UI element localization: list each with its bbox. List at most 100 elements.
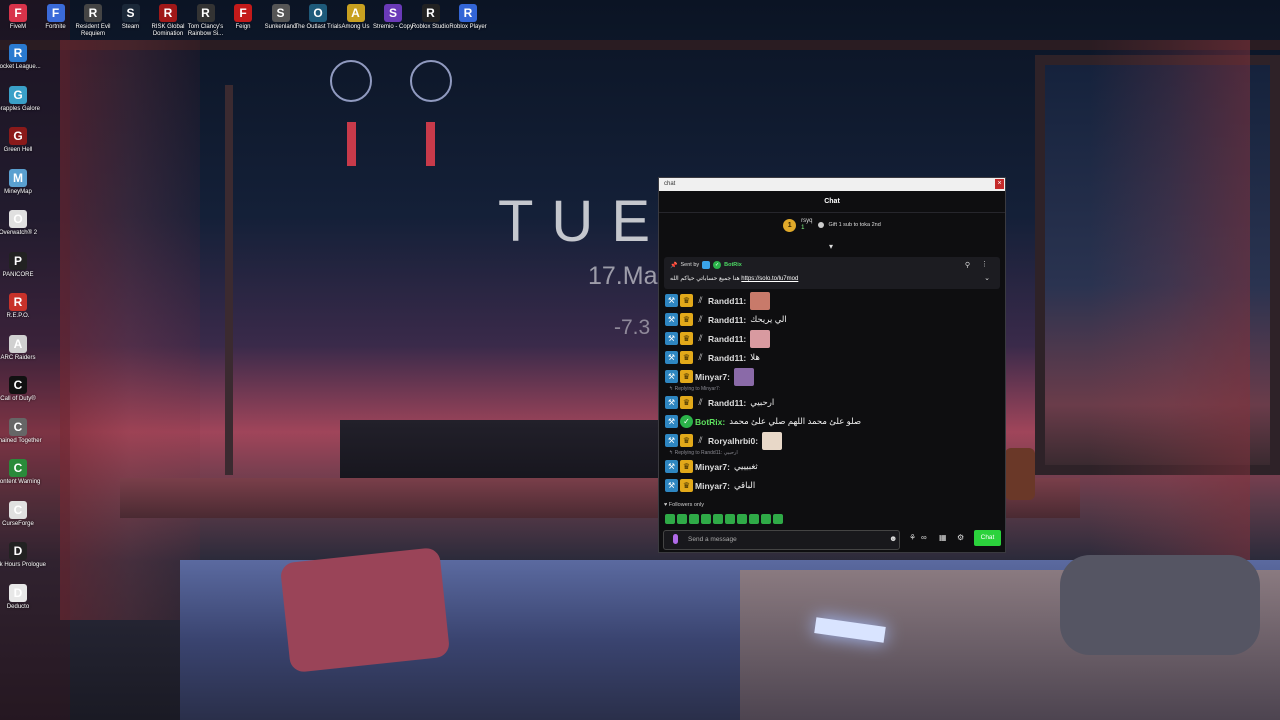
desktop-shortcut[interactable]: D Deducto: [0, 583, 47, 611]
mod-badge-icon: ⚒: [665, 396, 678, 409]
chat-message-text: هلا: [750, 352, 760, 362]
quick-emote[interactable]: [737, 514, 747, 524]
desktop-shortcut[interactable]: CChained Together: [0, 417, 47, 445]
pinned-message[interactable]: 📌 Sent by ✓ BotRix هنا جميع حساباتي حياك…: [664, 257, 1000, 289]
collapse-banner-icon[interactable]: ▾: [829, 242, 833, 251]
chat-message[interactable]: ⚒ ♛ ⫽ Randd11:: [665, 329, 999, 348]
desktop-shortcut[interactable]: R R.E.P.O.: [0, 293, 47, 320]
desktop-shortcut[interactable]: R Rocket League...: [0, 44, 47, 71]
share-icon[interactable]: ⚘: [909, 533, 916, 542]
mod-badge-icon: ⚒: [665, 313, 678, 326]
quick-emote[interactable]: [701, 514, 711, 524]
quick-emote[interactable]: [677, 514, 687, 524]
desktop-shortcut-label: Overwatch® 2: [0, 230, 38, 236]
crown-badge-icon: ♛: [680, 332, 693, 345]
desktop-shortcut-label: ARC Raiders: [0, 354, 36, 361]
infinity-icon[interactable]: ∞: [921, 533, 927, 542]
quick-emote[interactable]: [665, 514, 675, 524]
app-icon: G: [9, 127, 27, 145]
chat-message[interactable]: ⚒ ♛ ⫽ Randd11: هلا: [665, 348, 999, 367]
mod-badge-icon: ⚒: [665, 434, 678, 447]
chat-username[interactable]: Minyar7:: [695, 372, 730, 382]
app-icon: A: [9, 334, 27, 353]
quick-emote[interactable]: [761, 514, 771, 524]
chat-message[interactable]: ⚒ ♛ Minyar7:: [665, 367, 999, 386]
app-icon: R: [84, 4, 102, 22]
chat-username[interactable]: Roryalhrbi0:: [708, 436, 758, 446]
chat-message[interactable]: ⚒ ✓ BotRix: صلو علئ محمد اللهم صلي علئ محمد: [665, 412, 999, 431]
gear-icon[interactable]: ⚙: [957, 533, 964, 542]
more-options-icon[interactable]: ⋮: [981, 260, 988, 268]
quick-emote-bar[interactable]: [665, 514, 783, 524]
pinned-sender[interactable]: BotRix: [724, 262, 742, 268]
desktop-shortcut[interactable]: D Dark Hours Prologue: [0, 542, 47, 569]
send-chat-button[interactable]: Chat: [974, 530, 1001, 546]
quick-emote[interactable]: [689, 514, 699, 524]
emoji-icon[interactable]: ☻: [889, 534, 897, 543]
chat-message[interactable]: ⚒ ♛ Minyar7: الباقي: [665, 476, 999, 495]
desktop-shortcut[interactable]: C Content Warning: [0, 459, 47, 486]
desktop-shortcut[interactable]: G Green Hell: [0, 127, 47, 154]
chat-header-title: Chat: [659, 191, 1005, 213]
quick-emote[interactable]: [749, 514, 759, 524]
chat-username[interactable]: Minyar7:: [695, 481, 730, 491]
quick-emote[interactable]: [725, 514, 735, 524]
desktop-shortcut-label: Grapples Galore: [0, 105, 41, 112]
desktop-shortcut[interactable]: C Call of Duty®: [0, 376, 47, 403]
chat-message[interactable]: ⚒ ♛ ⫽ Randd11: الي يريحك: [665, 310, 999, 329]
desktop-shortcut[interactable]: O Overwatch® 2: [0, 210, 47, 237]
pinned-sent-by-label: Sent by: [680, 262, 700, 268]
pinned-link[interactable]: https://solo.to/lu7mod: [741, 276, 798, 282]
desktop-shortcut-label: Fortnite: [45, 24, 66, 30]
desktop-shortcut[interactable]: A ARC Raiders: [0, 334, 47, 362]
chat-username[interactable]: Minyar7:: [695, 462, 730, 472]
chat-username[interactable]: Randd11:: [708, 296, 746, 306]
reply-context[interactable]: ↰ Replying to Randd11: ارحبيي: [665, 450, 999, 457]
chat-username[interactable]: Randd11:: [708, 398, 746, 408]
desktop-shortcut[interactable]: M MineyMap: [0, 168, 47, 196]
desktop-shortcut[interactable]: R Roblox Player: [439, 4, 497, 31]
window-titlebar[interactable]: chat ×: [659, 178, 1005, 191]
chat-message[interactable]: ⚒ ♛ ⫽ Roryalhrbi0:: [665, 431, 999, 450]
chat-username[interactable]: Randd11:: [708, 353, 746, 363]
desktop-shortcut[interactable]: G Grapples Galore: [0, 85, 47, 113]
chat-message[interactable]: ⚒ ♛ Minyar7: ثغبيييي: [665, 457, 999, 476]
chat-username[interactable]: Randd11:: [708, 334, 746, 344]
chat-message-input[interactable]: Send a message: [663, 530, 900, 550]
app-icon: R: [9, 293, 27, 311]
pen-badge-icon: ⫽: [698, 397, 703, 407]
app-icon: S: [121, 4, 140, 22]
chat-message[interactable]: ⚒ ♛ ⫽ Randd11: ارحبيي: [665, 393, 999, 412]
app-icon: G: [9, 85, 27, 104]
gift-banner[interactable]: 1 rsyq 1 Gift 1 sub to toka 2nd: [659, 213, 1005, 237]
reply-context[interactable]: ↰ Replying to Minyar7:: [665, 386, 999, 393]
store-icon[interactable]: ▦: [939, 533, 947, 542]
crown-badge-icon: ♛: [680, 294, 693, 307]
wallpaper-temperature: -7.3: [614, 316, 651, 339]
wind-chime-orb: [410, 60, 452, 102]
app-icon: O: [9, 210, 27, 228]
app-icon: R: [459, 4, 477, 22]
pin-icon[interactable]: ⚲: [965, 261, 970, 269]
quick-emote[interactable]: [713, 514, 723, 524]
mod-badge-icon: ⚒: [665, 332, 678, 345]
wind-chime-tassel: [426, 122, 435, 166]
chevron-down-icon[interactable]: ⌄: [984, 274, 990, 282]
pen-badge-icon: ⫽: [698, 435, 703, 445]
bot-badge-icon: ✓: [713, 261, 722, 269]
crown-badge-icon: ♛: [680, 396, 693, 409]
gift-user: rsyq 1: [801, 218, 812, 232]
close-icon[interactable]: ×: [995, 179, 1004, 189]
microphone-icon[interactable]: [673, 534, 678, 544]
chat-message[interactable]: ⚒ ♛ ⫽ Randd11:: [665, 291, 999, 310]
desktop-shortcut[interactable]: P PANICORE: [0, 251, 47, 279]
app-icon: C: [9, 417, 27, 436]
chat-username[interactable]: BotRix:: [695, 417, 725, 427]
quick-emote[interactable]: [773, 514, 783, 524]
chat-message-text: صلو علئ محمد اللهم صلي علئ محمد: [729, 416, 862, 426]
crown-badge-icon: ♛: [680, 460, 693, 473]
chat-window[interactable]: chat × Chat 1 rsyq 1 Gift 1 sub to toka …: [658, 177, 1006, 553]
chat-username[interactable]: Randd11:: [708, 315, 746, 325]
desktop-shortcut[interactable]: C CurseForge: [0, 500, 47, 528]
emote-image: [762, 431, 783, 450]
